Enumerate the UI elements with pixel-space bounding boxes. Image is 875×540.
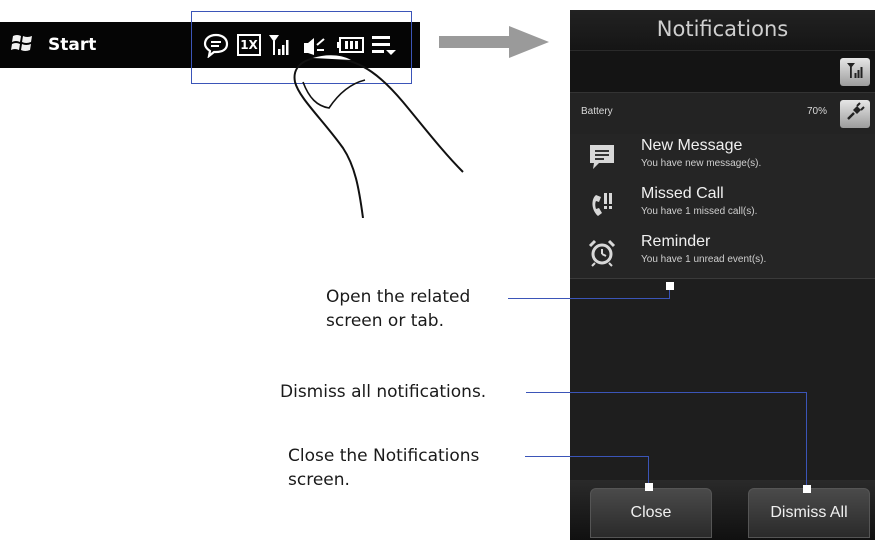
callout-line-2: screen. (288, 470, 350, 490)
callout-connector (526, 392, 806, 393)
notification-subtitle: You have 1 unread event(s). (641, 254, 767, 265)
notification-subtitle: You have 1 missed call(s). (641, 206, 758, 217)
callout-line-1: Close the Notifications (288, 446, 480, 466)
notifications-screen: Notifications Battery 70% New Message Yo… (570, 10, 875, 540)
message-icon (586, 141, 618, 173)
callout-connector (806, 392, 807, 488)
callout-open-related: Open the related screen or tab. (326, 285, 470, 333)
callout-close: Close the Notifications screen. (288, 444, 479, 492)
power-plug-icon (845, 102, 865, 126)
notification-title: Reminder (641, 233, 711, 250)
signal-strength-icon (846, 61, 864, 83)
right-arrow-icon (439, 26, 549, 58)
battery-row: Battery 70% (570, 92, 875, 135)
finger-tap-illustration (293, 55, 464, 218)
notification-new-message[interactable]: New Message You have new message(s). (570, 134, 875, 183)
battery-label: Battery (581, 106, 613, 117)
notifications-title: Notifications (570, 10, 875, 50)
callout-connector (648, 456, 649, 486)
notification-subtitle: You have new message(s). (641, 158, 762, 169)
notification-reminder[interactable]: Reminder You have 1 unread event(s). (570, 230, 875, 279)
dismiss-all-button[interactable]: Dismiss All (748, 488, 870, 538)
callout-connector (508, 298, 670, 299)
signal-toggle-button[interactable] (840, 58, 870, 86)
missed-call-icon (586, 189, 618, 221)
alarm-clock-icon (586, 237, 618, 269)
signal-row (570, 50, 875, 93)
notification-missed-call[interactable]: Missed Call You have 1 missed call(s). (570, 182, 875, 231)
callout-line-2: screen or tab. (326, 311, 444, 331)
bottom-bar: Close Dismiss All (570, 480, 875, 540)
callout-line-1: Open the related (326, 287, 471, 307)
callout-connector (525, 456, 648, 457)
notification-title: Missed Call (641, 185, 724, 202)
notification-title: New Message (641, 137, 743, 154)
battery-value: 70% (807, 106, 828, 117)
power-settings-button[interactable] (840, 100, 870, 128)
callout-dismiss-all: Dismiss all notifications. (280, 382, 487, 402)
callout-dot (666, 282, 674, 290)
callout-dot (645, 483, 653, 491)
close-button[interactable]: Close (590, 488, 712, 538)
start-label: Start (48, 35, 97, 55)
windows-logo-icon (10, 32, 36, 58)
callout-dot (803, 485, 811, 493)
notification-list: New Message You have new message(s). Mis… (570, 134, 875, 480)
start-button[interactable]: Start (10, 22, 96, 68)
